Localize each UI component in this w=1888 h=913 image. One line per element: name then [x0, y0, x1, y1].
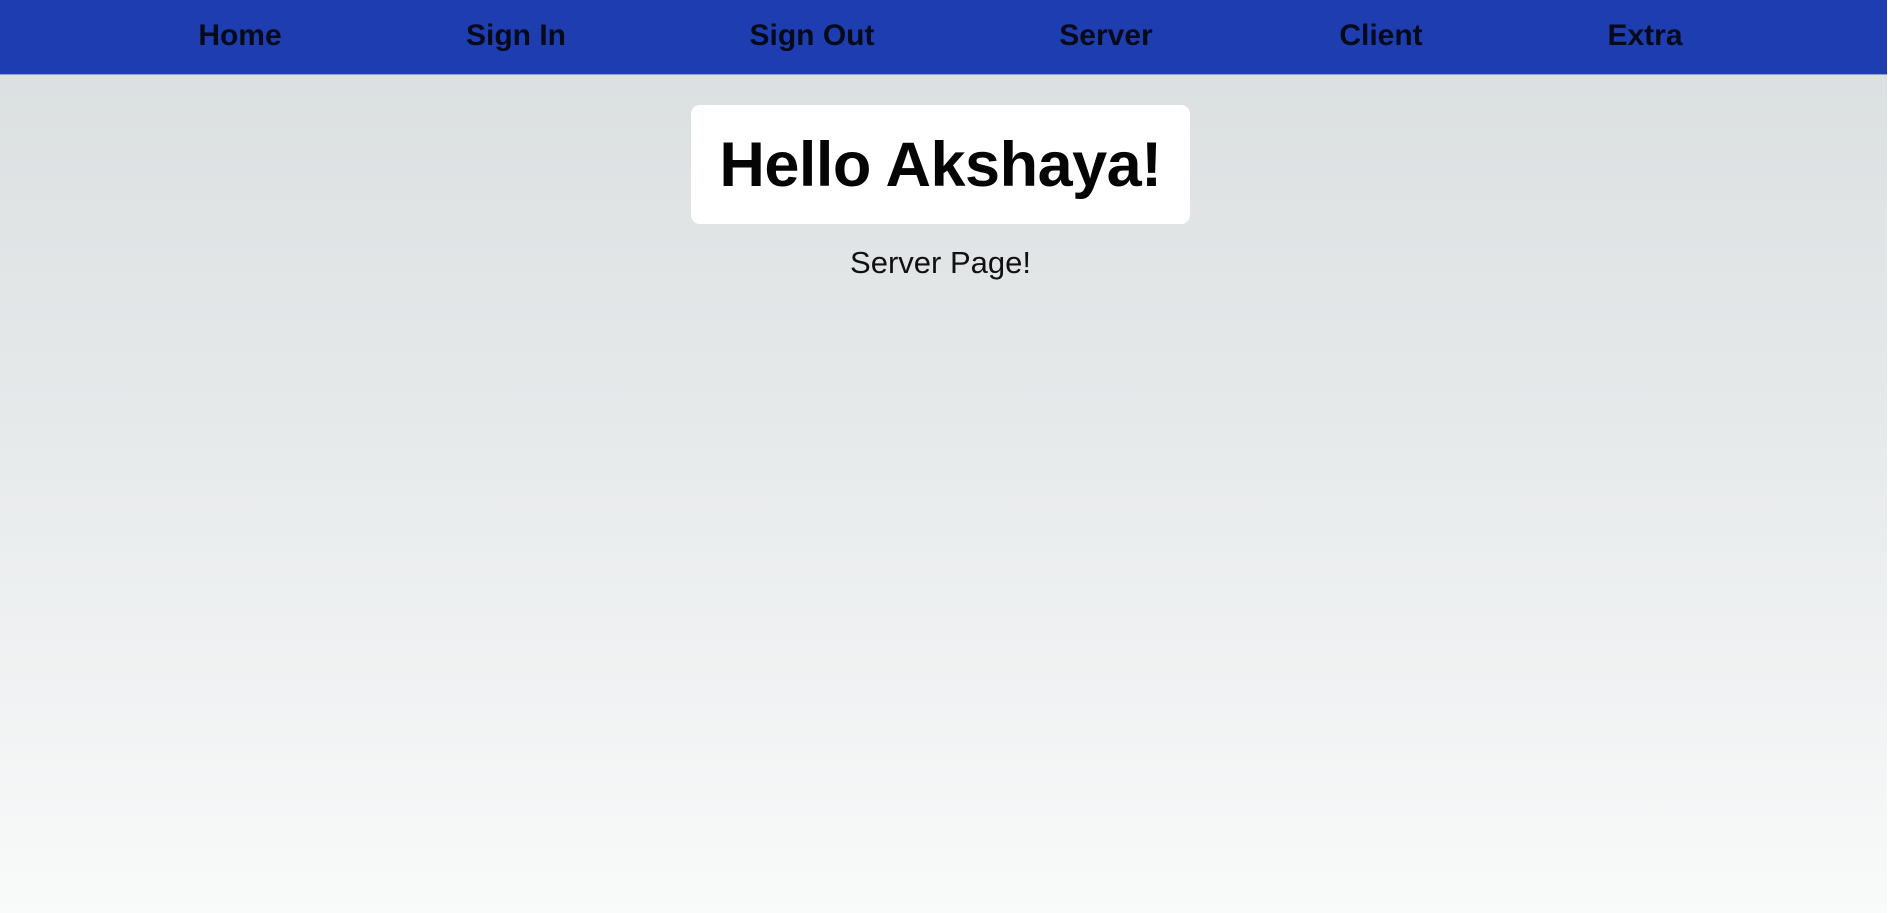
nav-link-extra[interactable]: Extra — [1607, 0, 1682, 74]
nav-link-server[interactable]: Server — [1059, 0, 1152, 74]
page: Home Sign In Sign Out Server Client Extr… — [0, 0, 1887, 913]
nav-link-client[interactable]: Client — [1339, 0, 1422, 74]
nav-link-home[interactable]: Home — [198, 0, 281, 74]
page-subtitle: Server Page! — [850, 245, 1031, 280]
nav-link-sign-in[interactable]: Sign In — [466, 0, 566, 74]
top-navigation-bar: Home Sign In Sign Out Server Client Extr… — [0, 0, 1887, 75]
greeting-heading: Hello Akshaya! — [719, 129, 1162, 200]
greeting-card: Hello Akshaya! — [691, 105, 1190, 224]
nav-link-sign-out[interactable]: Sign Out — [750, 0, 875, 74]
